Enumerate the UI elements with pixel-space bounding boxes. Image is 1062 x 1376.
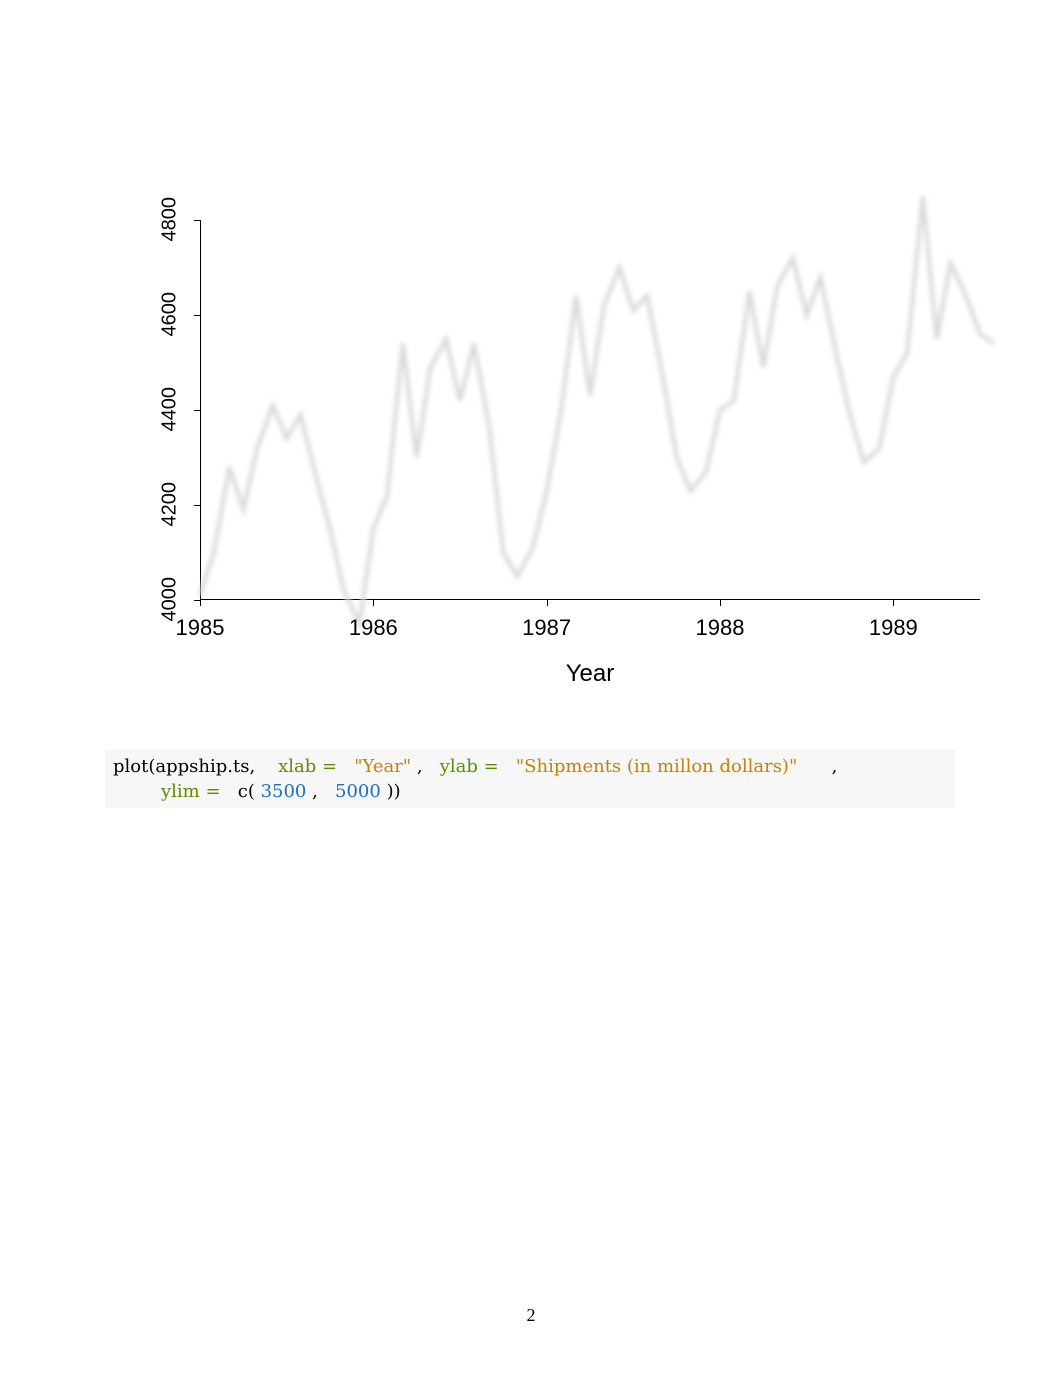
y-tick-label: 4200 <box>159 487 182 527</box>
x-tick-label: 1986 <box>343 615 403 641</box>
y-tick <box>194 220 200 221</box>
x-tick <box>893 600 894 606</box>
x-tick-label: 1989 <box>863 615 923 641</box>
x-tick-label: 1988 <box>690 615 750 641</box>
x-tick-label: 1985 <box>170 615 230 641</box>
y-tick <box>194 410 200 411</box>
x-tick <box>547 600 548 606</box>
page-number: 2 <box>0 1305 1062 1326</box>
shipments-chart: Shipments (in millon dollars) Year 40004… <box>120 220 990 690</box>
x-tick <box>200 600 201 606</box>
code-line-1: plot(appship.ts, xlab = "Year" , ylab = … <box>113 754 947 779</box>
x-tick <box>720 600 721 606</box>
y-tick-label: 4800 <box>159 202 182 242</box>
code-block: plot(appship.ts, xlab = "Year" , ylab = … <box>105 750 955 808</box>
y-tick <box>194 505 200 506</box>
x-tick-label: 1987 <box>517 615 577 641</box>
y-tick <box>194 315 200 316</box>
x-tick <box>373 600 374 606</box>
code-line-2: ylim = c( 3500 , 5000 )) <box>113 779 947 804</box>
y-tick-label: 4600 <box>159 297 182 337</box>
line-series <box>200 220 980 600</box>
x-axis-label: Year <box>200 660 980 688</box>
y-tick-label: 4400 <box>159 392 182 432</box>
